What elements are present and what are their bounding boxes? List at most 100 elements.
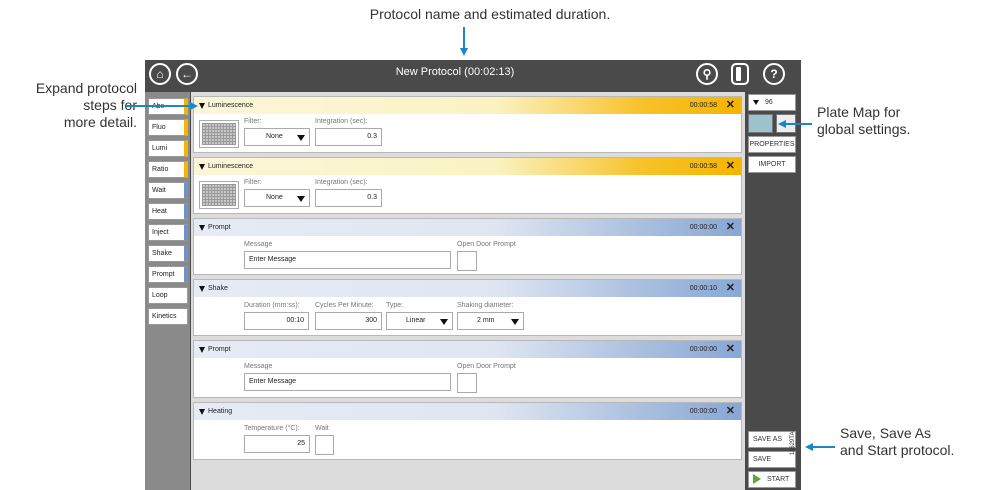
message-input[interactable]: Enter Message	[244, 373, 451, 391]
diameter-label: Shaking diameter:	[457, 302, 514, 309]
start-button[interactable]: START	[748, 471, 796, 488]
tool-loop[interactable]: Loop	[148, 287, 188, 304]
home-icon[interactable]: ⌂	[149, 63, 171, 85]
integration-label: Integration (sec):	[315, 179, 368, 186]
step-duration: 00:00:00	[689, 346, 717, 353]
step-title: Heating	[208, 408, 233, 415]
door-icon[interactable]	[731, 63, 749, 85]
step-shake: Shake 00:00:10 ✕ Duration (mm:ss): 00:10…	[193, 279, 742, 336]
plate-thumbnail[interactable]	[199, 120, 239, 148]
callout-plate-map: Plate Map for global settings.	[817, 104, 911, 137]
properties-button[interactable]: PROPERTIES	[748, 136, 796, 153]
play-icon	[753, 474, 761, 485]
callout-expand-steps: Expand protocol steps for more detail.	[35, 80, 137, 130]
chevron-down-icon	[297, 135, 305, 141]
callout-save-start: Save, Save As and Start protocol.	[840, 425, 955, 458]
expand-triangle-icon[interactable]	[199, 103, 205, 109]
open-door-checkbox[interactable]	[457, 251, 477, 271]
plate-map-button[interactable]	[748, 114, 773, 133]
step-duration: 00:00:58	[689, 102, 717, 109]
integration-input[interactable]: 0.3	[315, 189, 382, 207]
save-as-button[interactable]: SAVE AS	[748, 431, 796, 448]
filter-label: Filter:	[244, 118, 262, 125]
expand-triangle-icon[interactable]	[199, 286, 205, 292]
step-prompt: Prompt 00:00:00 ✕ Message Enter Message …	[193, 218, 742, 275]
step-header[interactable]: Prompt 00:00:00 ✕	[194, 219, 741, 236]
tool-wait[interactable]: Wait	[148, 182, 188, 199]
close-icon[interactable]: ✕	[726, 403, 735, 420]
tool-ratio[interactable]: Ratio	[148, 161, 188, 178]
filter-select[interactable]: None	[244, 128, 310, 146]
temperature-input[interactable]: 25	[244, 435, 310, 453]
tool-prompt[interactable]: Prompt	[148, 266, 188, 283]
plate-map-secondary[interactable]	[776, 114, 796, 133]
help-icon[interactable]: ?	[763, 63, 785, 85]
step-luminescence: Luminescence 00:00:58 ✕ Filter: None Int…	[193, 157, 742, 214]
step-header[interactable]: Luminescence 00:00:58 ✕	[194, 158, 741, 175]
back-arrow-icon[interactable]: ←	[176, 63, 198, 85]
close-icon[interactable]: ✕	[726, 280, 735, 297]
diameter-select[interactable]: 2 mm	[457, 312, 524, 330]
chevron-down-icon	[440, 319, 448, 325]
type-label: Type:	[386, 302, 404, 309]
step-prompt: Prompt 00:00:00 ✕ Message Enter Message …	[193, 340, 742, 398]
tool-fluo[interactable]: Fluo	[148, 119, 188, 136]
open-door-label: Open Door Prompt	[457, 363, 516, 370]
open-door-checkbox[interactable]	[457, 373, 477, 393]
close-icon[interactable]: ✕	[726, 158, 735, 175]
title-bar: ⌂ ← New Protocol (00:02:13) ⚲ ?	[145, 60, 801, 88]
step-header[interactable]: Luminescence 00:00:58 ✕	[194, 97, 741, 114]
step-title: Shake	[208, 285, 228, 292]
protocol-editor-window: ⌂ ← New Protocol (00:02:13) ⚲ ? Abs Fluo…	[145, 60, 801, 490]
close-icon[interactable]: ✕	[726, 341, 735, 358]
plate-type-select[interactable]: 96	[748, 94, 796, 111]
type-select[interactable]: Linear	[386, 312, 453, 330]
expand-triangle-icon[interactable]	[199, 347, 205, 353]
message-input[interactable]: Enter Message	[244, 251, 451, 269]
tool-shake[interactable]: Shake	[148, 245, 188, 262]
expand-triangle-icon[interactable]	[199, 164, 205, 170]
tool-abs[interactable]: Abs	[148, 98, 188, 115]
step-title: Prompt	[208, 346, 231, 353]
figure-id: 11629TA	[790, 431, 796, 455]
step-duration: 00:00:00	[689, 408, 717, 415]
message-label: Message	[244, 241, 273, 248]
plate-thumbnail[interactable]	[199, 181, 239, 209]
step-title: Luminescence	[208, 102, 254, 109]
step-header[interactable]: Prompt 00:00:00 ✕	[194, 341, 741, 358]
temperature-label: Temperature (°C):	[244, 425, 300, 432]
chevron-down-icon	[297, 196, 305, 202]
tool-lumi[interactable]: Lumi	[148, 140, 188, 157]
protocol-title: New Protocol (00:02:13)	[395, 66, 515, 78]
step-header[interactable]: Shake 00:00:10 ✕	[194, 280, 741, 297]
step-header[interactable]: Heating 00:00:00 ✕	[194, 403, 741, 420]
protocol-steps-area: Luminescence 00:00:58 ✕ Filter: None Int…	[191, 92, 745, 490]
step-duration: 00:00:10	[689, 285, 717, 292]
callout-protocol-name: Protocol name and estimated duration.	[369, 6, 611, 22]
filter-label: Filter:	[244, 179, 262, 186]
cpm-input[interactable]: 300	[315, 312, 382, 330]
expand-triangle-icon[interactable]	[199, 409, 205, 415]
tool-heat[interactable]: Heat	[148, 203, 188, 220]
satellite-icon[interactable]: ⚲	[696, 63, 718, 85]
tool-inject[interactable]: Inject	[148, 224, 188, 241]
open-door-label: Open Door Prompt	[457, 241, 516, 248]
save-button[interactable]: SAVE	[748, 451, 796, 468]
close-icon[interactable]: ✕	[726, 97, 735, 114]
tool-kinetics[interactable]: Kinetics	[148, 308, 188, 325]
expand-triangle-icon[interactable]	[199, 225, 205, 231]
import-button[interactable]: IMPORT	[748, 156, 796, 173]
chevron-down-icon	[511, 319, 519, 325]
step-duration: 00:00:00	[689, 224, 717, 231]
integration-input[interactable]: 0.3	[315, 128, 382, 146]
shake-duration-label: Duration (mm:ss):	[244, 302, 300, 309]
step-duration: 00:00:58	[689, 163, 717, 170]
wait-label: Wait	[315, 425, 329, 432]
wait-checkbox[interactable]	[315, 435, 334, 455]
chevron-down-icon	[753, 99, 759, 105]
shake-duration-input[interactable]: 00:10	[244, 312, 309, 330]
close-icon[interactable]: ✕	[726, 219, 735, 236]
cpm-label: Cycles Per Minute:	[315, 302, 374, 309]
step-title: Luminescence	[208, 163, 254, 170]
filter-select[interactable]: None	[244, 189, 310, 207]
